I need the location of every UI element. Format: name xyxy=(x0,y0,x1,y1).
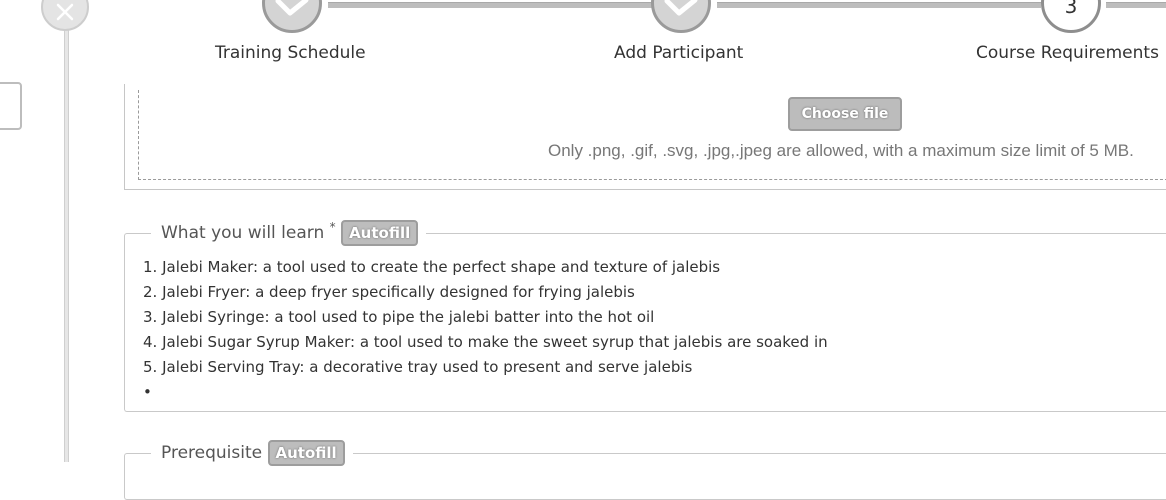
side-panel-field[interactable] xyxy=(0,82,22,130)
file-drop-zone[interactable] xyxy=(138,90,1166,180)
learn-list-item: 2. Jalebi Fryer: a deep fryer specifical… xyxy=(143,283,635,301)
step-connector-2 xyxy=(717,2,1041,8)
what-you-will-learn-content[interactable]: 1. Jalebi Maker: a tool used to create t… xyxy=(143,255,828,405)
prerequisite-field[interactable]: Prerequisite Autofill xyxy=(124,440,1166,500)
step-2-indicator[interactable] xyxy=(651,0,711,33)
side-panel-divider xyxy=(64,0,69,462)
step-connector-1 xyxy=(328,2,652,8)
choose-file-button[interactable]: Choose file xyxy=(788,97,902,131)
check-icon xyxy=(664,0,698,16)
learn-list-item: 3. Jalebi Syringe: a tool used to pipe t… xyxy=(143,308,655,326)
file-type-hint: Only .png, .gif, .svg, .jpg,.jpeg are al… xyxy=(548,141,1134,160)
step-label-course-requirements[interactable]: Course Requirements xyxy=(976,43,1159,63)
close-icon xyxy=(56,3,74,21)
required-mark: * xyxy=(329,220,336,234)
step-3-indicator[interactable]: 3 xyxy=(1041,0,1101,33)
what-you-will-learn-legend: What you will learn * Autofill xyxy=(151,220,426,246)
learn-list-item: 5. Jalebi Serving Tray: a decorative tra… xyxy=(143,358,693,376)
learn-autofill-button[interactable]: Autofill xyxy=(341,220,419,246)
what-you-will-learn-label: What you will learn xyxy=(161,223,325,243)
learn-list-item: 1. Jalebi Maker: a tool used to create t… xyxy=(143,258,721,276)
close-button[interactable] xyxy=(41,0,89,31)
step-number: 3 xyxy=(1064,0,1078,18)
learn-list-item: 4. Jalebi Sugar Syrup Maker: a tool used… xyxy=(143,333,828,351)
check-icon xyxy=(275,0,309,16)
learn-list-bullet: • xyxy=(143,383,152,401)
prerequisite-label: Prerequisite xyxy=(161,443,263,463)
step-label-add-participant[interactable]: Add Participant xyxy=(614,43,743,63)
step-label-training-schedule[interactable]: Training Schedule xyxy=(215,43,366,63)
prerequisite-autofill-button[interactable]: Autofill xyxy=(267,440,345,466)
step-1-indicator[interactable] xyxy=(262,0,322,33)
step-connector-3 xyxy=(1106,2,1166,8)
prerequisite-legend: Prerequisite Autofill xyxy=(151,440,353,466)
